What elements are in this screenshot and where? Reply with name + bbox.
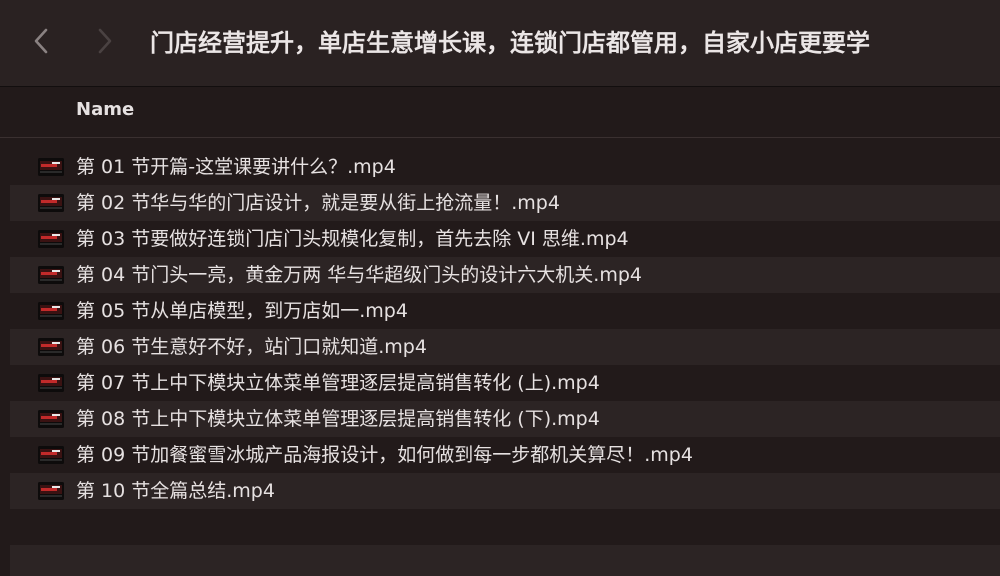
video-file-icon (38, 230, 64, 248)
file-list: 第 01 节开篇-这堂课要讲什么？.mp4 第 02 节华与华的门店设计，就是要… (10, 149, 1000, 509)
list-item[interactable]: 第 08 节上中下模块立体菜单管理逐层提高销售转化 (下).mp4 (10, 401, 1000, 437)
video-file-icon (38, 482, 64, 500)
file-name: 第 07 节上中下模块立体菜单管理逐层提高销售转化 (上).mp4 (76, 372, 600, 394)
video-file-icon (38, 338, 64, 356)
column-header-row: Name (0, 87, 1000, 138)
video-file-icon (38, 158, 64, 176)
toolbar: 门店经营提升，单店生意增长课，连锁门店都管用，自家小店更要学 (0, 0, 1000, 87)
list-item[interactable]: 第 06 节生意好不好，站门口就知道.mp4 (10, 329, 1000, 365)
video-file-icon (38, 374, 64, 392)
finder-window: 门店经营提升，单店生意增长课，连锁门店都管用，自家小店更要学 Name 第 01… (0, 0, 1000, 576)
file-name: 第 03 节要做好连锁门店门头规模化复制，首先去除 VI 思维.mp4 (76, 228, 629, 250)
video-file-icon (38, 410, 64, 428)
list-item[interactable]: 第 07 节上中下模块立体菜单管理逐层提高销售转化 (上).mp4 (10, 365, 1000, 401)
chevron-right-icon (98, 28, 112, 54)
back-button[interactable] (26, 22, 56, 60)
empty-row (10, 509, 1000, 545)
video-file-icon (38, 266, 64, 284)
forward-button[interactable] (90, 22, 120, 60)
list-item[interactable]: 第 09 节加餐蜜雪冰城产品海报设计，如何做到每一步都机关算尽！.mp4 (10, 437, 1000, 473)
video-file-icon (38, 302, 64, 320)
file-name: 第 08 节上中下模块立体菜单管理逐层提高销售转化 (下).mp4 (76, 408, 600, 430)
file-name: 第 09 节加餐蜜雪冰城产品海报设计，如何做到每一步都机关算尽！.mp4 (76, 444, 693, 466)
file-name: 第 01 节开篇-这堂课要讲什么？.mp4 (76, 156, 396, 178)
file-name: 第 10 节全篇总结.mp4 (76, 480, 275, 502)
list-item[interactable]: 第 04 节门头一亮，黄金万两 华与华超级门头的设计六大机关.mp4 (10, 257, 1000, 293)
list-item[interactable]: 第 10 节全篇总结.mp4 (10, 473, 1000, 509)
chevron-left-icon (34, 28, 48, 54)
empty-row (10, 545, 1000, 576)
video-file-icon (38, 194, 64, 212)
video-file-icon (38, 446, 64, 464)
list-item[interactable]: 第 03 节要做好连锁门店门头规模化复制，首先去除 VI 思维.mp4 (10, 221, 1000, 257)
list-item[interactable]: 第 05 节从单店模型，到万店如一.mp4 (10, 293, 1000, 329)
file-name: 第 06 节生意好不好，站门口就知道.mp4 (76, 336, 427, 358)
list-item[interactable]: 第 01 节开篇-这堂课要讲什么？.mp4 (10, 149, 1000, 185)
column-header-name[interactable]: Name (76, 99, 134, 120)
window-title: 门店经营提升，单店生意增长课，连锁门店都管用，自家小店更要学 (150, 29, 870, 57)
file-name: 第 02 节华与华的门店设计，就是要从街上抢流量！.mp4 (76, 192, 560, 214)
list-item[interactable]: 第 02 节华与华的门店设计，就是要从街上抢流量！.mp4 (10, 185, 1000, 221)
file-name: 第 04 节门头一亮，黄金万两 华与华超级门头的设计六大机关.mp4 (76, 264, 642, 286)
file-name: 第 05 节从单店模型，到万店如一.mp4 (76, 300, 408, 322)
